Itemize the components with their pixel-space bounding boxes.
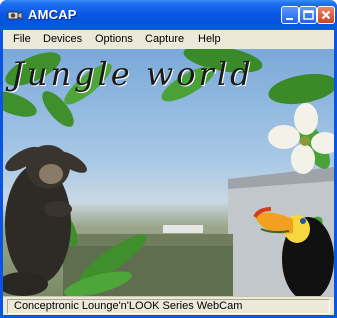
menu-options[interactable]: Options (95, 33, 133, 45)
status-bar: Conceptronic Lounge'n'LOOK Series WebCam (3, 296, 334, 315)
title-bar[interactable]: AMCAP (0, 0, 337, 30)
maximize-button[interactable] (299, 6, 317, 24)
distant-truck (163, 225, 203, 233)
status-device-name: Conceptronic Lounge'n'LOOK Series WebCam (7, 299, 330, 314)
overlay-title: Jungle world (11, 55, 254, 93)
field-strip (63, 234, 233, 246)
video-preview: Jungle world (3, 49, 334, 296)
close-button[interactable] (317, 6, 335, 24)
window-title: AMCAP (28, 7, 77, 22)
minimize-button[interactable] (281, 6, 299, 24)
menu-help[interactable]: Help (198, 33, 221, 45)
webcam-app-icon[interactable] (7, 8, 23, 22)
menu-devices[interactable]: Devices (43, 33, 82, 45)
app-window: AMCAP File Devices Options Capture Help (0, 0, 337, 318)
menu-bar: File Devices Options Capture Help (3, 30, 334, 49)
menu-file[interactable]: File (13, 33, 31, 45)
menu-capture[interactable]: Capture (145, 33, 184, 45)
